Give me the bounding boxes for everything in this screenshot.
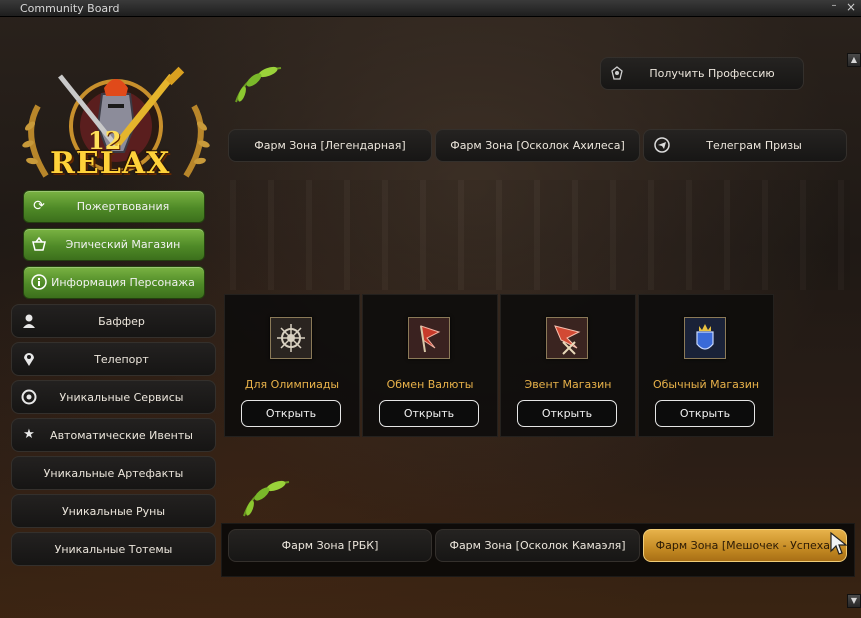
epic-shop-button[interactable]: Эпический Магазин — [23, 228, 205, 261]
farm-zone-achilles-label: Фарм Зона [Осколок Ахилеса] — [450, 139, 625, 152]
open-button[interactable]: Открыть — [517, 400, 617, 427]
sidebar-item-unique-runes[interactable]: Уникальные Руны — [11, 494, 216, 528]
scroll-down-button[interactable]: ▼ — [847, 594, 861, 608]
farm-zone-kamael-label: Фарм Зона [Осколок Камаэля] — [449, 539, 626, 552]
logo-word: RELAX — [50, 146, 171, 181]
shop-card-regular: Обычный Магазин Открыть — [638, 294, 774, 437]
farm-zone-luck-pouch-label: Фарм Зона [Мешочек - Успеха] — [655, 539, 835, 552]
refresh-icon: ⟳ — [33, 198, 45, 214]
mouse-cursor-icon — [830, 531, 848, 555]
telegram-prizes-button[interactable]: Телеграм Призы — [643, 129, 847, 162]
server-logo: 12 RELAX — [16, 66, 216, 196]
shop-card-olympiad: Для Олимпиады Открыть — [224, 294, 360, 437]
background-pillars — [230, 180, 850, 290]
sidebar-item-label: Уникальные Артефакты — [43, 467, 184, 480]
sidebar-item-label: Телепорт — [94, 353, 149, 366]
event-flag-icon — [546, 317, 588, 359]
get-profession-label: Получить Профессию — [649, 67, 775, 80]
shop-name: Для Олимпиады — [244, 378, 340, 391]
star-icon: ★ — [23, 427, 35, 442]
sidebar-item-label: Уникальные Тотемы — [54, 543, 173, 556]
donations-button[interactable]: ⟳ Пожертвования — [23, 190, 205, 223]
crest-icon — [609, 65, 625, 81]
farm-zone-luck-pouch-button[interactable]: Фарм Зона [Мешочек - Успеха] — [643, 529, 847, 562]
character-info-button[interactable]: Информация Персонажа — [23, 266, 205, 299]
olympiad-emblem-icon — [270, 317, 312, 359]
close-button[interactable]: × — [845, 1, 857, 14]
sidebar-item-unique-services[interactable]: Уникальные Сервисы — [11, 380, 216, 414]
leaf-decoration-icon — [235, 66, 282, 103]
services-icon — [21, 389, 37, 405]
currency-flag-icon — [408, 317, 450, 359]
shop-name: Обмен Валюты — [386, 378, 474, 391]
window-title: Community Board — [20, 2, 120, 15]
farm-zone-rbk-label: Фарм Зона [РБК] — [281, 539, 379, 552]
donations-label: Пожертвования — [76, 200, 170, 213]
open-button[interactable]: Открыть — [655, 400, 755, 427]
shop-card-currency-exchange: Обмен Валюты Открыть — [362, 294, 498, 437]
farm-zone-kamael-button[interactable]: Фарм Зона [Осколок Камаэля] — [435, 529, 640, 562]
open-button[interactable]: Открыть — [379, 400, 479, 427]
telegram-prizes-label: Телеграм Призы — [706, 139, 802, 152]
person-icon — [21, 313, 37, 329]
location-pin-icon — [21, 351, 37, 367]
farm-zone-legendary-label: Фарм Зона [Легендарная] — [254, 139, 406, 152]
shop-name: Обычный Магазин — [652, 378, 760, 391]
sidebar-item-unique-totems[interactable]: Уникальные Тотемы — [11, 532, 216, 566]
minimize-button[interactable]: – — [829, 1, 839, 12]
sidebar-item-teleport[interactable]: Телепорт — [11, 342, 216, 376]
info-icon — [31, 274, 47, 290]
character-info-label: Информация Персонажа — [51, 276, 195, 289]
epic-shop-label: Эпический Магазин — [65, 238, 181, 251]
sidebar-item-buffer[interactable]: Баффер — [11, 304, 216, 338]
farm-zone-rbk-button[interactable]: Фарм Зона [РБК] — [228, 529, 432, 562]
scroll-up-button[interactable]: ▲ — [847, 53, 861, 67]
sidebar-item-unique-artifacts[interactable]: Уникальные Артефакты — [11, 456, 216, 490]
basket-icon — [31, 236, 47, 252]
sidebar-item-label: Автоматические Ивенты — [50, 429, 193, 442]
farm-zone-legendary-button[interactable]: Фарм Зона [Легендарная] — [228, 129, 432, 162]
shop-name: Эвент Магазин — [524, 378, 612, 391]
open-button[interactable]: Открыть — [241, 400, 341, 427]
sidebar-item-auto-events[interactable]: ★ Автоматические Ивенты — [11, 418, 216, 452]
shop-card-event: Эвент Магазин Открыть — [500, 294, 636, 437]
sidebar-item-label: Уникальные Руны — [61, 505, 166, 518]
get-profession-button[interactable]: Получить Профессию — [600, 57, 804, 90]
sidebar-item-label: Баффер — [98, 315, 145, 328]
leaf-decoration-icon — [243, 480, 290, 517]
sidebar-item-label: Уникальные Сервисы — [59, 391, 184, 404]
shield-crown-icon — [684, 317, 726, 359]
farm-zone-achilles-button[interactable]: Фарм Зона [Осколок Ахилеса] — [435, 129, 640, 162]
title-bar: Community Board – × — [0, 0, 861, 17]
